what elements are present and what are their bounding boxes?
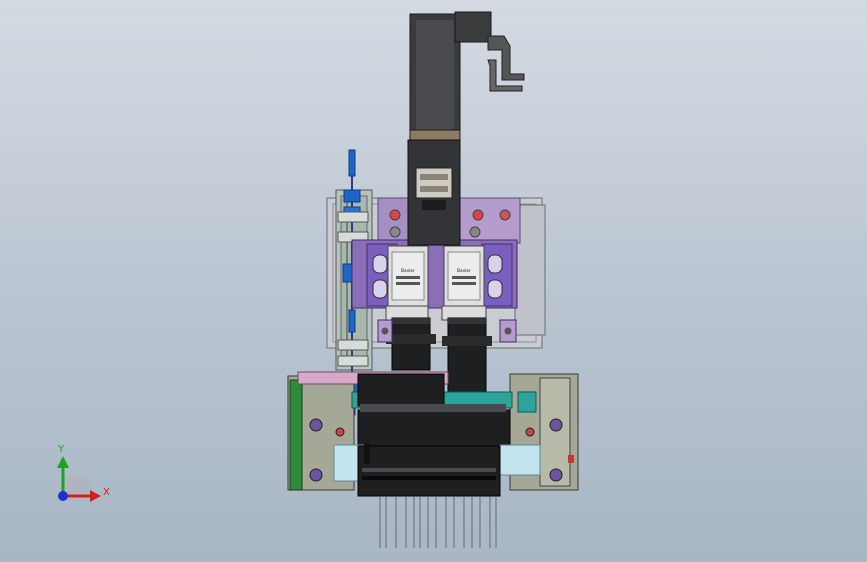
cutter-head[interactable] xyxy=(357,444,501,497)
camera-right-label: Basler xyxy=(457,268,471,274)
cad-model-view[interactable]: Basler Basler xyxy=(0,0,867,562)
motor-cable-connector[interactable] xyxy=(487,35,525,92)
camera-left[interactable]: Basler xyxy=(385,245,429,321)
cad-viewport[interactable]: Basler Basler Y X xyxy=(0,0,867,562)
lens-left[interactable] xyxy=(386,317,436,371)
axis-x-label: X xyxy=(103,487,110,498)
motor-coupling[interactable] xyxy=(407,139,461,246)
camera-mounting-plate[interactable] xyxy=(351,239,518,309)
axis-y-label: Y xyxy=(58,444,65,455)
axis-triad xyxy=(57,456,101,502)
lens-right[interactable] xyxy=(442,317,492,395)
clamp-block[interactable] xyxy=(357,373,511,447)
camera-right[interactable]: Basler xyxy=(441,245,487,321)
servo-motor[interactable] xyxy=(409,11,492,145)
wire-pins xyxy=(379,496,497,548)
camera-left-label: Basler xyxy=(401,268,415,274)
